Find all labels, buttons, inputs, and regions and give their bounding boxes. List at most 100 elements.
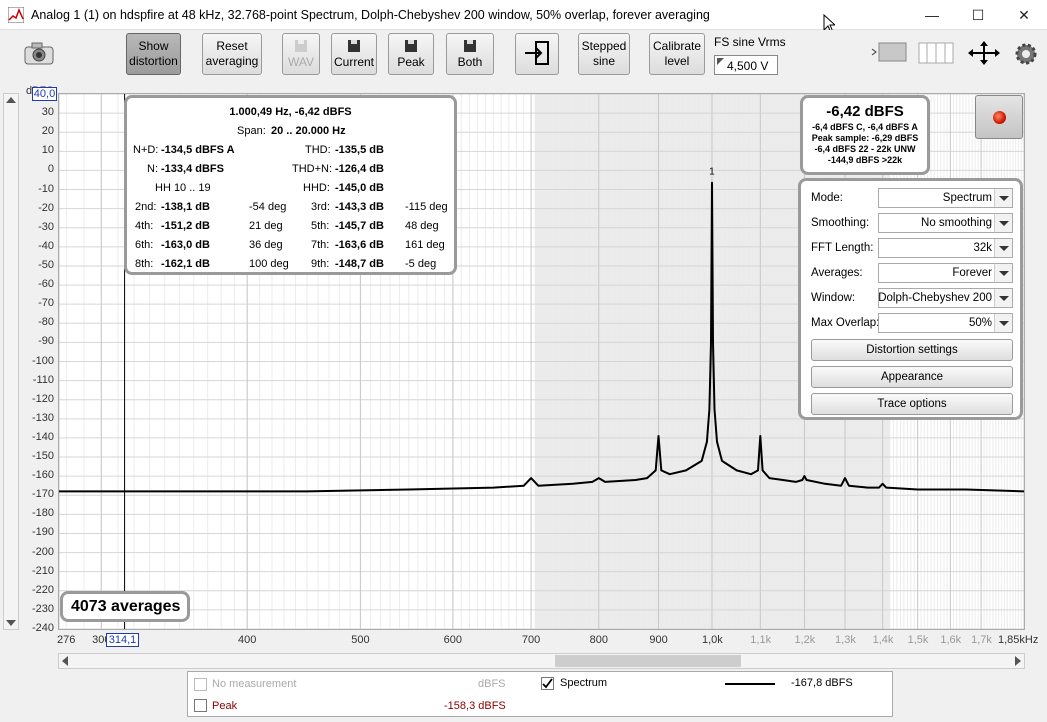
input-select-button[interactable]	[515, 33, 559, 75]
harmonic-value: -138,1 dB	[161, 201, 210, 213]
y-tick-label: -110	[32, 373, 54, 386]
no-measurement-checkbox[interactable]	[194, 678, 207, 691]
thd-label: THD:	[305, 144, 331, 156]
wav-button[interactable]: WAV	[282, 33, 320, 75]
close-button[interactable]: ✕	[1001, 0, 1047, 30]
level-line-2: Peak sample: -6,29 dBFS	[811, 133, 919, 143]
y-tick-label: -170	[31, 488, 54, 501]
stepped-sine-button[interactable]: Stepped sine	[578, 33, 630, 75]
fft-length-select[interactable]: 32k	[878, 238, 1013, 258]
save-icon	[405, 39, 417, 52]
y-tick-label: -200	[31, 545, 54, 558]
harmonic-label: 3rd:	[311, 201, 330, 213]
harmonic-phase: -5 deg	[405, 258, 437, 270]
window-select[interactable]: Dolph-Chebyshev 200	[878, 288, 1013, 308]
x-tick-label: 1,0k	[701, 634, 723, 646]
mode-select[interactable]: Spectrum	[878, 188, 1013, 208]
peak-marker-label: 1	[709, 167, 715, 178]
x-cursor-readout[interactable]: 314,1	[106, 633, 139, 647]
record-button[interactable]	[975, 95, 1023, 139]
save-icon	[464, 39, 476, 52]
hh-label: HH 10 .. 19	[155, 182, 211, 194]
distortion-panel: 1.000,49 Hz, -6,42 dBFS Span: 20 .. 20.0…	[124, 95, 457, 275]
y-tick-label: -210	[31, 564, 54, 577]
harmonic-label: 8th:	[135, 258, 154, 270]
y-tick-label: -240	[31, 622, 54, 634]
distortion-settings-button[interactable]: Distortion settings	[811, 339, 1013, 361]
reset-averaging-button[interactable]: Reset averaging	[202, 33, 262, 75]
y-tick-label: 20	[41, 125, 54, 138]
averages-badge: 4073 averages	[60, 591, 190, 622]
thdn-value: -126,4 dB	[335, 163, 384, 175]
save-both-button[interactable]: Both	[446, 33, 494, 75]
y-tick-label: -190	[31, 526, 54, 539]
scroll-up-icon[interactable]	[6, 97, 16, 103]
save-icon	[295, 39, 307, 52]
harmonic-phase: -115 deg	[405, 201, 448, 213]
fit-arrows-icon[interactable]	[966, 40, 1002, 66]
level-main: -6,42 dBFS	[826, 103, 904, 120]
scroll-thumb[interactable]	[555, 655, 741, 667]
fs-sine-input[interactable]: 4,500 V	[714, 55, 778, 75]
x-tick-label: 276	[57, 634, 76, 646]
n-value: -133,4 dBFS	[161, 163, 224, 175]
trace-options-button[interactable]: Trace options	[811, 393, 1013, 415]
y-tick-label: -220	[31, 583, 54, 596]
smoothing-select[interactable]: No smoothing	[878, 213, 1013, 233]
camera-icon[interactable]	[22, 40, 56, 66]
y-tick-label: -30	[38, 220, 54, 233]
smoothing-label: Smoothing:	[811, 217, 870, 229]
level-line-4: -144,9 dBFS >22k	[827, 155, 903, 165]
y-cursor-readout[interactable]: 40,0	[32, 87, 57, 101]
minimize-button[interactable]: —	[909, 0, 955, 30]
chevron-down-icon	[994, 189, 1012, 207]
scroll-down-icon[interactable]	[6, 620, 16, 626]
spectrum-line-swatch	[725, 683, 775, 685]
harmonic-phase: -54 deg	[249, 201, 287, 213]
no-measurement-label: No measurement	[212, 678, 297, 690]
max-overlap-label: Max Overlap:	[811, 317, 880, 329]
record-led-icon	[993, 111, 1006, 124]
y-tick-label: -150	[31, 450, 54, 463]
span-value: 20 .. 20.000 Hz	[271, 125, 346, 137]
x-tick-label: 1,85kHz	[998, 634, 1039, 646]
level-line-3: -6,4 dBFS 22 - 22k UNW	[814, 144, 916, 154]
scroll-right-icon[interactable]	[1015, 656, 1021, 666]
controls-panel: Mode: Spectrum Smoothing: No smoothing F…	[798, 178, 1023, 420]
x-tick-label: 1,4k	[872, 634, 894, 646]
scroll-left-icon[interactable]	[62, 656, 68, 666]
window-label: Window:	[811, 292, 856, 304]
no-measurement-unit: dBFS	[478, 678, 506, 690]
level-panel: -6,42 dBFS -6,4 dBFS C, -6,4 dBFS A Peak…	[800, 95, 930, 175]
harmonic-label: 5th:	[311, 220, 330, 232]
vertical-scrollbar[interactable]	[3, 93, 19, 630]
save-icon	[348, 39, 360, 52]
spectrum-label: Spectrum	[560, 677, 608, 689]
layout-icon[interactable]	[870, 40, 908, 66]
calibrate-level-button[interactable]: Calibrate level	[649, 33, 705, 75]
max-overlap-select[interactable]: 50%	[878, 313, 1013, 333]
peak-checkbox[interactable]	[194, 699, 207, 712]
x-tick-label: 400	[238, 634, 257, 646]
y-tick-label: 0	[47, 163, 54, 176]
app-icon	[8, 7, 24, 23]
gear-icon[interactable]	[1014, 42, 1038, 66]
averages-select[interactable]: Forever	[878, 263, 1013, 283]
nd-value: -134,5 dBFS A	[161, 144, 235, 156]
hhd-value: -145,0 dB	[335, 182, 384, 194]
harmonic-label: 7th:	[311, 239, 330, 251]
title-bar: Analog 1 (1) on hdspfire at 48 kHz, 32.7…	[0, 0, 1047, 34]
show-distortion-button[interactable]: Show distortion	[126, 33, 181, 75]
columns-icon[interactable]	[918, 40, 954, 66]
check-icon	[542, 678, 553, 689]
spectrum-checkbox[interactable]	[541, 677, 554, 690]
harmonic-value: -151,2 dB	[161, 220, 210, 232]
save-peak-button[interactable]: Peak	[388, 33, 434, 75]
maximize-button[interactable]: ☐	[955, 0, 1001, 30]
harmonic-label: 6th:	[135, 239, 154, 251]
save-current-button[interactable]: Current	[331, 33, 377, 75]
x-tick-label: 1,6k	[940, 634, 962, 646]
appearance-button[interactable]: Appearance	[811, 366, 1013, 388]
horizontal-scrollbar[interactable]	[58, 653, 1025, 669]
harmonic-value: -145,7 dB	[335, 220, 384, 232]
